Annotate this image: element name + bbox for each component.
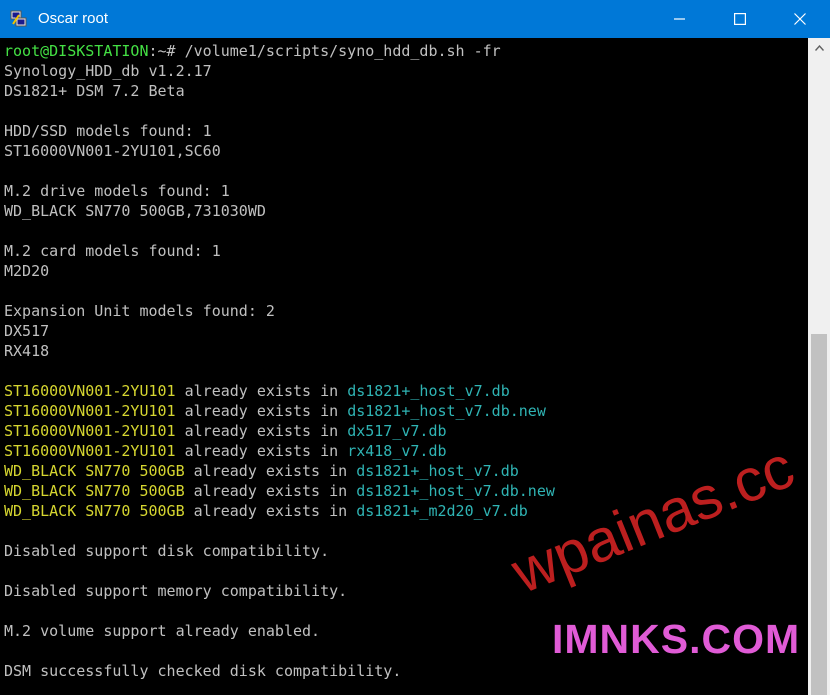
close-button[interactable] bbox=[770, 0, 830, 38]
hdd-model-line: ST16000VN001-2YU101,SC60 bbox=[4, 142, 221, 160]
exists-line: ST16000VN001-2YU101 already exists in dx… bbox=[4, 421, 555, 441]
exists-line: ST16000VN001-2YU101 already exists in ds… bbox=[4, 401, 555, 421]
maximize-button[interactable] bbox=[710, 0, 770, 38]
expansion-header-line: Expansion Unit models found: 2 bbox=[4, 302, 275, 320]
scroll-up-button[interactable] bbox=[808, 38, 830, 58]
exists-db: ds1821+_host_v7.db.new bbox=[356, 482, 555, 500]
exists-line: ST16000VN001-2YU101 already exists in ds… bbox=[4, 381, 555, 401]
exists-line: ST16000VN001-2YU101 already exists in rx… bbox=[4, 441, 555, 461]
minimize-button[interactable] bbox=[650, 0, 710, 38]
exists-text: already exists in bbox=[175, 442, 348, 460]
exists-text: already exists in bbox=[184, 502, 357, 520]
exists-model: WD_BLACK SN770 500GB bbox=[4, 502, 185, 520]
putty-app-icon[interactable] bbox=[10, 10, 28, 28]
card-header-line: M.2 card models found: 1 bbox=[4, 242, 221, 260]
exists-model: ST16000VN001-2YU101 bbox=[4, 402, 176, 420]
prompt-user-host: root@DISKSTATION bbox=[4, 42, 149, 60]
maximize-icon bbox=[734, 13, 746, 25]
prompt-line: root@DISKSTATION:~# /volume1/scripts/syn… bbox=[4, 41, 555, 61]
m2-header-line: M.2 drive models found: 1 bbox=[4, 182, 230, 200]
prompt-path: :~# bbox=[148, 42, 185, 60]
prompt-command: /volume1/scripts/syno_hdd_db.sh -fr bbox=[184, 42, 501, 60]
title-bar: Oscar root bbox=[0, 0, 830, 38]
expansion-model-line: DX517 bbox=[4, 322, 50, 340]
exists-db: ds1821+_host_v7.db bbox=[356, 462, 519, 480]
exists-model: ST16000VN001-2YU101 bbox=[4, 382, 176, 400]
version-line: Synology_HDD_db v1.2.17 bbox=[4, 62, 212, 80]
exists-model: ST16000VN001-2YU101 bbox=[4, 422, 176, 440]
status-line: Disabled support disk compatibility. bbox=[4, 542, 330, 560]
exists-db: ds1821+_m2d20_v7.db bbox=[356, 502, 528, 520]
vertical-scrollbar[interactable] bbox=[808, 38, 830, 695]
exists-db: dx517_v7.db bbox=[347, 422, 447, 440]
close-icon bbox=[794, 13, 806, 25]
exists-line: WD_BLACK SN770 500GB already exists in d… bbox=[4, 501, 555, 521]
scrollbar-thumb[interactable] bbox=[811, 334, 827, 695]
exists-model: WD_BLACK SN770 500GB bbox=[4, 482, 185, 500]
card-model-line: M2D20 bbox=[4, 262, 50, 280]
hdd-header-line: HDD/SSD models found: 1 bbox=[4, 122, 212, 140]
exists-db: ds1821+_host_v7.db bbox=[347, 382, 510, 400]
exists-text: already exists in bbox=[175, 402, 348, 420]
chevron-up-icon bbox=[814, 45, 824, 51]
exists-text: already exists in bbox=[175, 382, 348, 400]
model-line: DS1821+ DSM 7.2 Beta bbox=[4, 82, 185, 100]
m2-model-line: WD_BLACK SN770 500GB,731030WD bbox=[4, 202, 266, 220]
status-line: Disabled support memory compatibility. bbox=[4, 582, 348, 600]
exists-text: already exists in bbox=[175, 422, 348, 440]
minimize-icon bbox=[674, 18, 685, 20]
exists-line: WD_BLACK SN770 500GB already exists in d… bbox=[4, 481, 555, 501]
exists-db: ds1821+_host_v7.db.new bbox=[347, 402, 546, 420]
status-line: DSM successfully checked disk compatibil… bbox=[4, 662, 402, 680]
terminal-output[interactable]: root@DISKSTATION:~# /volume1/scripts/syn… bbox=[0, 38, 808, 695]
exists-line: WD_BLACK SN770 500GB already exists in d… bbox=[4, 461, 555, 481]
exists-text: already exists in bbox=[184, 482, 357, 500]
status-line: M.2 volume support already enabled. bbox=[4, 622, 321, 640]
window-title: Oscar root bbox=[38, 10, 109, 27]
expansion-model-line: RX418 bbox=[4, 342, 50, 360]
exists-model: ST16000VN001-2YU101 bbox=[4, 442, 176, 460]
exists-db: rx418_v7.db bbox=[347, 442, 447, 460]
exists-text: already exists in bbox=[184, 462, 357, 480]
exists-model: WD_BLACK SN770 500GB bbox=[4, 462, 185, 480]
